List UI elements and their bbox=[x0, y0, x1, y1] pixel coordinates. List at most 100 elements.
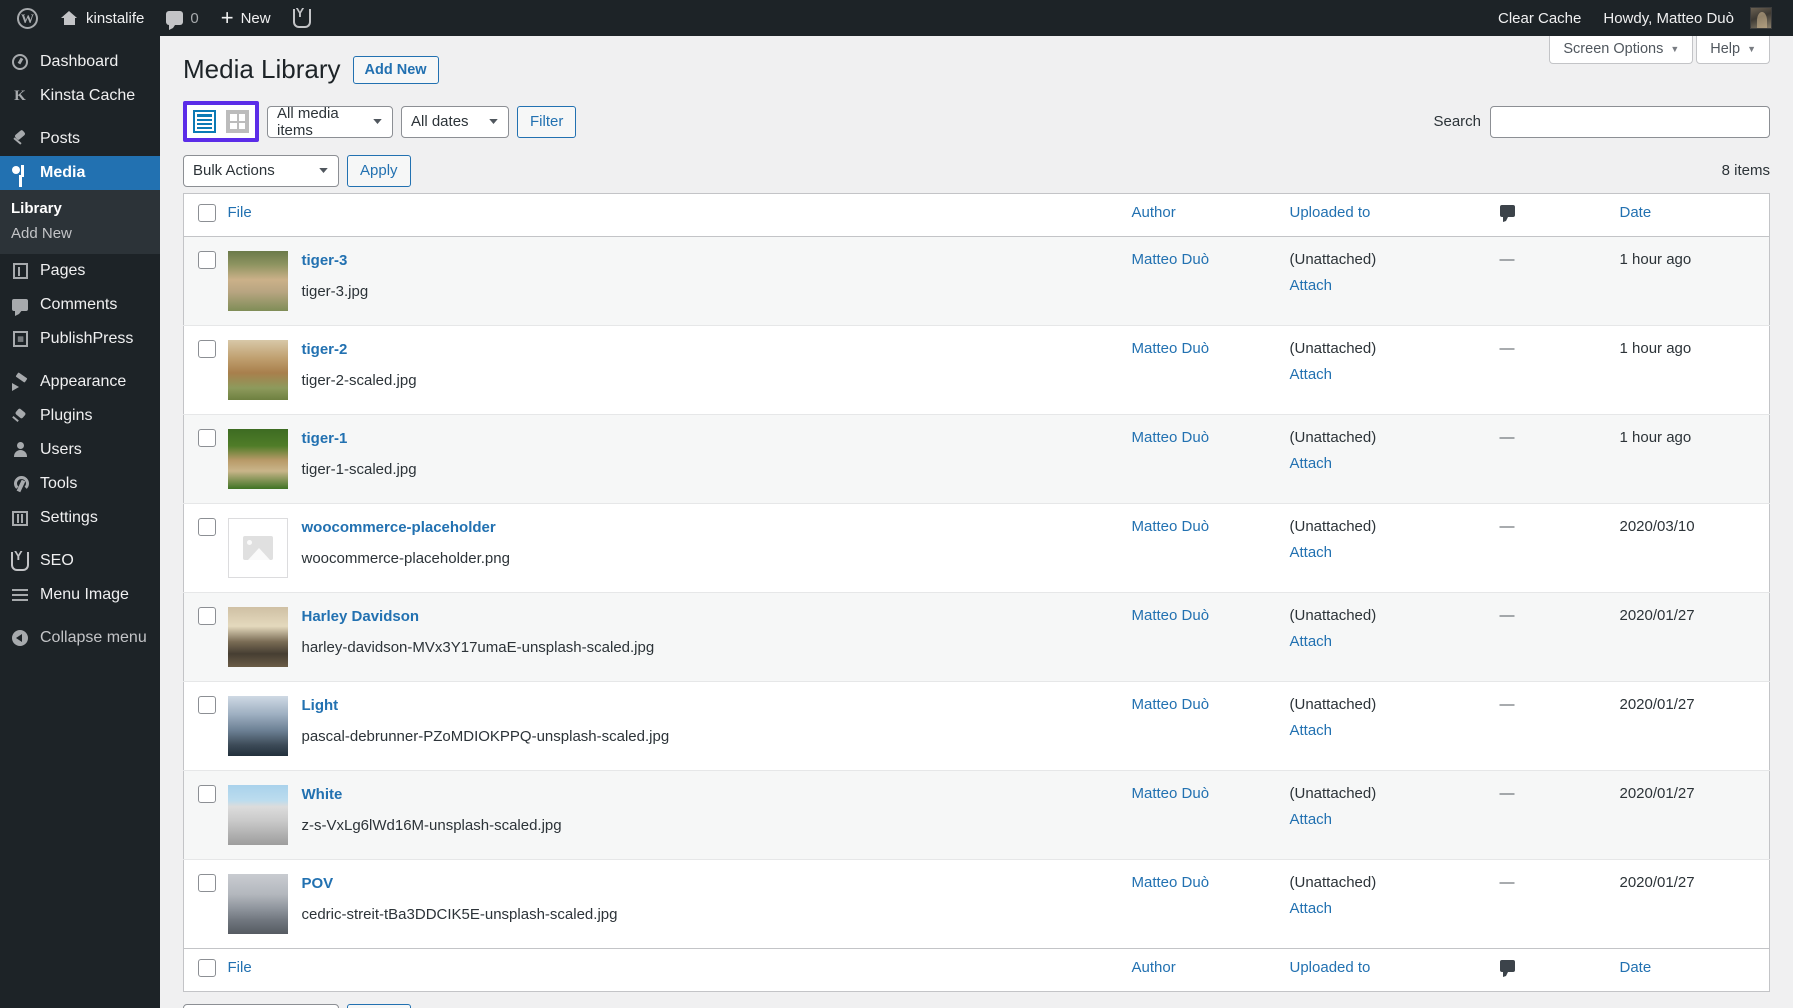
column-header-uploaded-to[interactable]: Uploaded to bbox=[1290, 193, 1500, 236]
attach-link[interactable]: Attach bbox=[1290, 633, 1333, 650]
media-thumbnail[interactable] bbox=[228, 785, 288, 845]
dashboard-icon bbox=[10, 52, 30, 72]
media-title-link[interactable]: POV bbox=[302, 875, 618, 894]
help-button[interactable]: Help ▼ bbox=[1696, 36, 1770, 64]
column-footer-date[interactable]: Date bbox=[1620, 948, 1770, 991]
sidebar-item-publishpress[interactable]: ▦ PublishPress bbox=[0, 322, 160, 356]
menu-spacer-top bbox=[0, 36, 160, 45]
site-name-menu[interactable]: kinstalife bbox=[49, 0, 155, 36]
sidebar-item-menu-image[interactable]: Menu Image bbox=[0, 578, 160, 612]
column-footer-file[interactable]: File bbox=[228, 948, 1132, 991]
row-checkbox[interactable] bbox=[198, 785, 216, 803]
date-filter-select[interactable]: All dates bbox=[401, 106, 509, 138]
collapse-menu-button[interactable]: Collapse menu bbox=[0, 621, 160, 655]
media-title-link[interactable]: tiger-3 bbox=[302, 252, 369, 271]
sidebar-item-appearance[interactable]: Appearance bbox=[0, 365, 160, 399]
sidebar-item-comments[interactable]: Comments bbox=[0, 288, 160, 322]
select-all-checkbox-top[interactable] bbox=[198, 204, 216, 222]
comments-cell: — bbox=[1500, 770, 1620, 859]
sidebar-item-settings[interactable]: Settings bbox=[0, 501, 160, 535]
media-thumbnail[interactable] bbox=[228, 429, 288, 489]
attach-link[interactable]: Attach bbox=[1290, 455, 1333, 472]
author-link[interactable]: Matteo Duò bbox=[1132, 518, 1210, 535]
column-header-author[interactable]: Author bbox=[1132, 193, 1290, 236]
list-view-icon[interactable] bbox=[193, 110, 216, 133]
author-link[interactable]: Matteo Duò bbox=[1132, 340, 1210, 357]
sidebar-item-add-new-media[interactable]: Add New bbox=[0, 221, 160, 246]
row-checkbox[interactable] bbox=[198, 607, 216, 625]
add-new-button[interactable]: Add New bbox=[353, 56, 439, 84]
media-thumbnail[interactable] bbox=[228, 874, 288, 934]
attach-link[interactable]: Attach bbox=[1290, 900, 1333, 917]
apply-button-bottom[interactable]: Apply bbox=[347, 1004, 411, 1008]
column-footer-author[interactable]: Author bbox=[1132, 948, 1290, 991]
author-link[interactable]: Matteo Duò bbox=[1132, 874, 1210, 891]
author-link[interactable]: Matteo Duò bbox=[1132, 607, 1210, 624]
row-checkbox[interactable] bbox=[198, 340, 216, 358]
media-type-filter-select[interactable]: All media items bbox=[267, 106, 393, 138]
author-link[interactable]: Matteo Duò bbox=[1132, 251, 1210, 268]
comments-menu[interactable]: 0 bbox=[155, 0, 209, 36]
row-checkbox[interactable] bbox=[198, 696, 216, 714]
column-header-file[interactable]: File bbox=[228, 193, 1132, 236]
sidebar-item-seo[interactable]: SEO bbox=[0, 544, 160, 578]
attach-link[interactable]: Attach bbox=[1290, 366, 1333, 383]
sidebar-item-kinsta-cache[interactable]: K Kinsta Cache bbox=[0, 79, 160, 113]
media-filename: z-s-VxLg6lWd16M-unsplash-scaled.jpg bbox=[302, 817, 562, 834]
media-thumbnail[interactable] bbox=[228, 607, 288, 667]
attach-link[interactable]: Attach bbox=[1290, 544, 1333, 561]
media-title-link[interactable]: tiger-2 bbox=[302, 341, 417, 360]
column-header-comments[interactable] bbox=[1500, 193, 1620, 236]
media-title-link[interactable]: Light bbox=[302, 697, 670, 716]
comment-count: — bbox=[1500, 785, 1515, 802]
media-title-link[interactable]: Harley Davidson bbox=[302, 608, 655, 627]
image-placeholder-icon[interactable] bbox=[228, 518, 288, 578]
yoast-seo-menu[interactable] bbox=[282, 0, 322, 36]
sidebar-item-posts[interactable]: Posts bbox=[0, 122, 160, 156]
sidebar-item-plugins[interactable]: Plugins bbox=[0, 399, 160, 433]
bulk-actions-select-top[interactable]: Bulk Actions bbox=[183, 155, 339, 187]
search-input[interactable] bbox=[1490, 106, 1770, 138]
bulk-actions-select-bottom[interactable]: Bulk Actions bbox=[183, 1004, 339, 1008]
sidebar-item-tools[interactable]: Tools bbox=[0, 467, 160, 501]
media-title-link[interactable]: tiger-1 bbox=[302, 430, 417, 449]
admin-bar: W kinstalife 0 + New Clear Cache Howdy, … bbox=[0, 0, 1793, 36]
sidebar-item-media[interactable]: Media bbox=[0, 156, 160, 190]
row-checkbox[interactable] bbox=[198, 518, 216, 536]
column-header-date[interactable]: Date bbox=[1620, 193, 1770, 236]
column-footer-uploaded-to[interactable]: Uploaded to bbox=[1290, 948, 1500, 991]
sidebar-item-users[interactable]: Users bbox=[0, 433, 160, 467]
media-thumbnail[interactable] bbox=[228, 251, 288, 311]
author-link[interactable]: Matteo Duò bbox=[1132, 696, 1210, 713]
row-checkbox[interactable] bbox=[198, 251, 216, 269]
sidebar-item-label: Pages bbox=[40, 262, 85, 280]
sidebar-item-dashboard[interactable]: Dashboard bbox=[0, 45, 160, 79]
attach-link[interactable]: Attach bbox=[1290, 811, 1333, 828]
media-thumbnail[interactable] bbox=[228, 340, 288, 400]
select-all-checkbox-bottom[interactable] bbox=[198, 959, 216, 977]
table-row: POVcedric-streit-tBa3DDCIK5E-unsplash-sc… bbox=[184, 859, 1770, 948]
attach-link[interactable]: Attach bbox=[1290, 722, 1333, 739]
row-checkbox[interactable] bbox=[198, 874, 216, 892]
media-thumbnail[interactable] bbox=[228, 696, 288, 756]
date-cell: 1 hour ago bbox=[1620, 236, 1770, 325]
new-content-menu[interactable]: + New bbox=[210, 0, 282, 36]
media-filename: tiger-2-scaled.jpg bbox=[302, 372, 417, 389]
wordpress-logo-menu[interactable]: W bbox=[6, 0, 49, 36]
filter-button[interactable]: Filter bbox=[517, 106, 576, 138]
media-title-link[interactable]: White bbox=[302, 786, 562, 805]
author-link[interactable]: Matteo Duò bbox=[1132, 785, 1210, 802]
row-checkbox[interactable] bbox=[198, 429, 216, 447]
screen-options-button[interactable]: Screen Options ▼ bbox=[1549, 36, 1693, 64]
attach-link[interactable]: Attach bbox=[1290, 277, 1333, 294]
sidebar-item-library[interactable]: Library bbox=[0, 196, 160, 221]
grid-view-icon[interactable] bbox=[226, 110, 249, 133]
file-cell: White z-s-VxLg6lWd16M-unsplash-scaled.jpg bbox=[228, 770, 1132, 859]
account-menu[interactable]: Howdy, Matteo Duò bbox=[1592, 0, 1783, 36]
author-link[interactable]: Matteo Duò bbox=[1132, 429, 1210, 446]
clear-cache-button[interactable]: Clear Cache bbox=[1487, 0, 1592, 36]
media-title-link[interactable]: woocommerce-placeholder bbox=[302, 519, 510, 538]
sidebar-item-pages[interactable]: Pages bbox=[0, 254, 160, 288]
column-footer-comments[interactable] bbox=[1500, 948, 1620, 991]
apply-button-top[interactable]: Apply bbox=[347, 155, 411, 187]
